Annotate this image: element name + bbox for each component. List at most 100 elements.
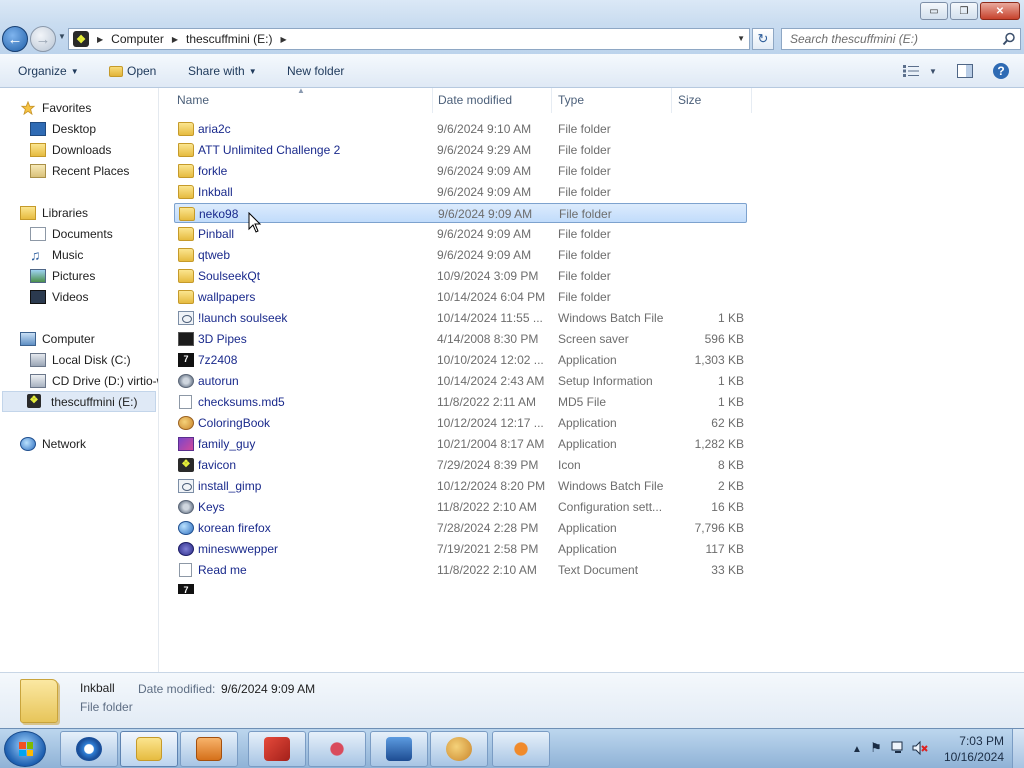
nav-videos[interactable]: Videos <box>30 286 88 307</box>
start-button[interactable] <box>4 731 46 767</box>
file-row[interactable]: !launch soulseek 10/14/2024 11:55 ... Wind… <box>174 308 747 328</box>
preview-pane-button[interactable] <box>954 62 976 80</box>
nav-computer-label: Computer <box>42 331 95 346</box>
nav-downloads[interactable]: Downloads <box>30 139 111 160</box>
nav-computer[interactable]: Computer <box>20 328 95 349</box>
refresh-button[interactable]: ↻ <box>752 28 774 50</box>
forward-button[interactable]: → <box>30 26 56 52</box>
file-type: Text Document <box>558 563 639 577</box>
address-dropdown-icon[interactable]: ▼ <box>737 34 745 43</box>
maximize-button[interactable]: ❐ <box>950 2 978 20</box>
file-row[interactable]: autorun 10/14/2024 2:43 AM Setup Informati… <box>174 371 747 391</box>
breadcrumb-chevron-icon[interactable]: ▶ <box>280 35 286 44</box>
show-desktop-button[interactable] <box>1012 729 1024 768</box>
navigation-pane: Favorites Desktop Downloads Recent Place… <box>0 88 159 672</box>
taskbar-app-firework[interactable] <box>308 731 366 767</box>
file-size <box>670 287 744 307</box>
breadcrumb-drive[interactable]: thescuffmini (E:) <box>186 32 272 46</box>
nav-desktop[interactable]: Desktop <box>30 118 96 139</box>
file-row[interactable]: Read me 11/8/2022 2:10 AM Text Document 33 … <box>174 560 747 580</box>
file-row[interactable]: 7 7z2408 10/10/2024 12:02 ... Application 1,… <box>174 350 747 370</box>
file-type: File folder <box>559 207 612 221</box>
nav-recent-places[interactable]: Recent Places <box>30 160 129 181</box>
action-center-flag-icon[interactable]: ⚑ <box>868 740 884 756</box>
taskbar-explorer[interactable] <box>120 731 178 767</box>
nav-pictures[interactable]: Pictures <box>30 265 95 286</box>
view-options-button[interactable] <box>900 62 922 80</box>
taskbar-coloring-book[interactable] <box>430 731 488 767</box>
nav-favorites-label: Favorites <box>42 100 92 115</box>
help-button[interactable]: ? <box>990 62 1012 80</box>
file-type: File folder <box>558 143 611 157</box>
back-button[interactable]: ← <box>2 26 28 52</box>
nav-libraries[interactable]: Libraries <box>20 202 88 223</box>
folder-icon <box>178 164 194 178</box>
file-name: install_gimp <box>198 479 262 493</box>
breadcrumb-chevron-icon[interactable]: ▶ <box>172 35 178 44</box>
file-row[interactable]: ❖ favicon 7/29/2024 8:39 PM Icon 8 KB <box>174 455 747 475</box>
file-row[interactable]: 3D Pipes 4/14/2008 8:30 PM Screen saver 596… <box>174 329 747 349</box>
file-row[interactable]: ColoringBook 10/12/2024 12:17 ... Applicat… <box>174 413 747 433</box>
show-hidden-icons-icon[interactable]: ▲ <box>849 741 865 757</box>
file-row-partial[interactable]: 7 <box>174 582 747 594</box>
minimize-button[interactable]: ▭ <box>920 2 948 20</box>
share-with-button[interactable]: Share with ▼ <box>188 64 257 78</box>
breadcrumb-computer[interactable]: Computer <box>111 32 164 46</box>
new-folder-button[interactable]: New folder <box>287 64 344 78</box>
file-type: Setup Information <box>558 374 653 388</box>
file-date-modified: 9/6/2024 9:09 AM <box>437 227 532 241</box>
taskbar-paint[interactable] <box>492 731 550 767</box>
refresh-icon: ↻ <box>757 31 769 46</box>
organize-button[interactable]: Organize ▼ <box>18 64 79 78</box>
screen-icon <box>178 332 194 346</box>
column-name[interactable]: Name <box>173 88 433 113</box>
file-row[interactable]: family_guy 10/21/2004 8:17 AM Application 1… <box>174 434 747 454</box>
file-row[interactable]: forkle 9/6/2024 9:09 AM File folder <box>174 161 747 181</box>
nav-local-disk[interactable]: Local Disk (C:) <box>30 349 131 370</box>
view-dropdown-icon[interactable]: ▼ <box>922 62 944 80</box>
breadcrumb-chevron-icon[interactable]: ▶ <box>97 35 103 44</box>
nav-network[interactable]: Network <box>20 433 86 454</box>
file-row[interactable]: Keys 11/8/2022 2:10 AM Configuration sett.… <box>174 497 747 517</box>
volume-muted-icon[interactable] <box>912 740 928 756</box>
column-date-modified[interactable]: Date modified <box>434 88 552 113</box>
search-icon[interactable] <box>1002 32 1016 46</box>
network-tray-icon[interactable] <box>890 740 906 756</box>
file-row[interactable]: Inkball 9/6/2024 9:09 AM File folder <box>174 182 747 202</box>
file-row[interactable]: wallpapers 10/14/2024 6:04 PM File folder <box>174 287 747 307</box>
folder-icon <box>178 290 194 304</box>
file-row[interactable]: checksums.md5 11/8/2022 2:11 AM MD5 File 1 … <box>174 392 747 412</box>
file-name: favicon <box>198 458 237 472</box>
search-input[interactable]: Search thescuffmini (E:) <box>781 28 1021 50</box>
open-button[interactable]: Open <box>109 64 156 78</box>
nav-cd-drive[interactable]: CD Drive (D:) virtio-w <box>30 370 158 391</box>
drive-icon: ❖ <box>73 31 89 47</box>
recent-pages-dropdown[interactable]: ▼ <box>58 32 66 41</box>
nav-thescuffmini[interactable]: ❖ thescuffmini (E:) <box>2 391 156 412</box>
file-row[interactable]: qtweb 9/6/2024 9:09 AM File folder <box>174 245 747 265</box>
nav-music[interactable]: ♫ Music <box>30 244 83 265</box>
file-row[interactable]: mineswwepper 7/19/2021 2:58 PM Application… <box>174 539 747 559</box>
system-clock[interactable]: 7:03 PM 10/16/2024 <box>944 733 1004 765</box>
details-view-icon <box>903 65 919 77</box>
nav-favorites[interactable]: Favorites <box>20 97 91 118</box>
column-size[interactable]: Size <box>674 88 752 113</box>
file-date-modified: 10/12/2024 8:20 PM <box>437 479 546 493</box>
address-bar[interactable]: ❖ ▶ Computer ▶ thescuffmini (E:) ▶ ▼ <box>68 28 750 50</box>
taskbar-media-player[interactable] <box>180 731 238 767</box>
downloads-folder-icon <box>30 142 46 157</box>
file-row[interactable]: korean firefox 7/28/2024 2:28 PM Applicati… <box>174 518 747 538</box>
file-row[interactable]: aria2c 9/6/2024 9:10 AM File folder <box>174 119 747 139</box>
close-button[interactable]: ✕ <box>980 2 1020 20</box>
chevron-down-icon: ▼ <box>248 66 257 76</box>
file-row[interactable]: ATT Unlimited Challenge 2 9/6/2024 9:29 A… <box>174 140 747 160</box>
taskbar-internet-explorer[interactable] <box>60 731 118 767</box>
taskbar-app-red[interactable] <box>248 731 306 767</box>
nav-documents[interactable]: Documents <box>30 223 113 244</box>
file-size <box>670 140 744 160</box>
column-type[interactable]: Type <box>554 88 672 113</box>
taskbar-app-blue[interactable] <box>370 731 428 767</box>
file-row[interactable]: install_gimp 10/12/2024 8:20 PM Windows Ba… <box>174 476 747 496</box>
share-with-label: Share with <box>188 64 245 78</box>
file-row[interactable]: SoulseekQt 10/9/2024 3:09 PM File folder <box>174 266 747 286</box>
